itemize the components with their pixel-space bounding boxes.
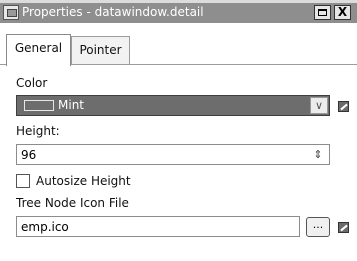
height-field[interactable]: [16, 144, 330, 165]
spin-updown-icon[interactable]: ⇕: [311, 147, 325, 162]
close-icon[interactable]: X: [334, 5, 351, 20]
properties-window-icon: [3, 5, 19, 20]
browse-button[interactable]: ...: [306, 217, 330, 237]
tab-pointer[interactable]: Pointer: [71, 36, 130, 64]
color-label: Color: [16, 76, 48, 90]
height-label: Height:: [16, 124, 60, 138]
color-dropdown[interactable]: Mint ∨: [16, 95, 330, 116]
window-title: Properties - datawindow.detail: [22, 5, 204, 19]
tree-node-icon-field[interactable]: [16, 216, 300, 237]
color-value: Mint: [58, 98, 84, 112]
tab-general[interactable]: General: [6, 34, 71, 66]
autosize-height-checkbox[interactable]: [16, 174, 30, 188]
autosize-height-label: Autosize Height: [36, 174, 131, 188]
tab-strip: General Pointer: [0, 23, 357, 66]
chevron-down-icon[interactable]: ∨: [310, 97, 328, 114]
expression-wand-icon[interactable]: [338, 222, 349, 233]
title-bar: Properties - datawindow.detail X: [0, 0, 357, 23]
expression-wand-icon[interactable]: [338, 101, 349, 112]
maximize-icon[interactable]: [314, 5, 331, 20]
tree-node-icon-label: Tree Node Icon File: [16, 196, 129, 210]
color-swatch: [24, 100, 54, 111]
